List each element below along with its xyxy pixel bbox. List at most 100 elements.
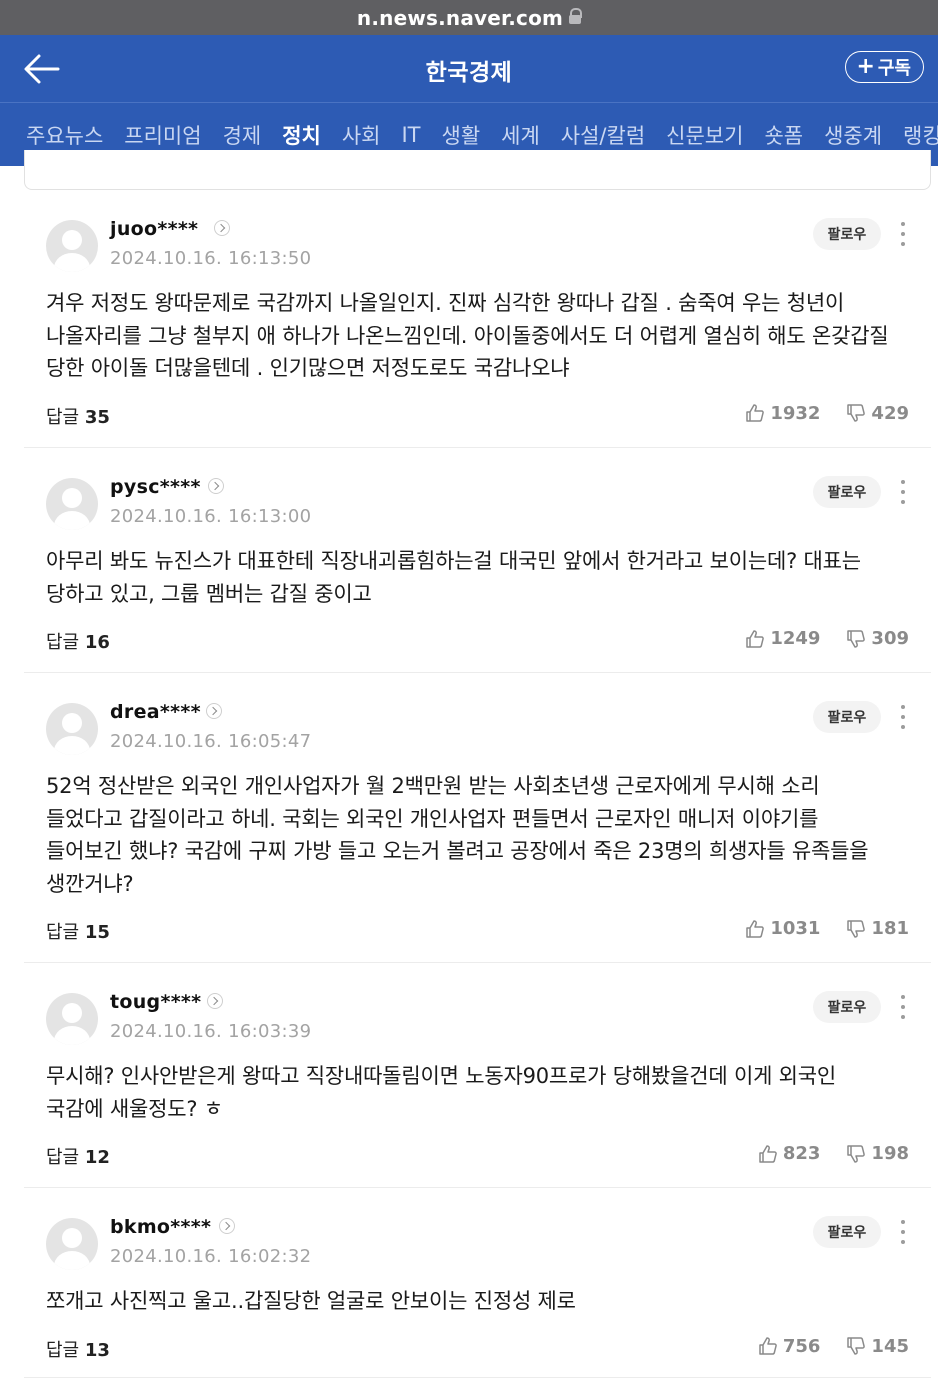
comment-username[interactable]: pysc****	[110, 476, 201, 498]
dislike-count: 181	[871, 918, 909, 939]
thumbs-down-icon	[847, 404, 866, 422]
like-count: 823	[782, 1143, 821, 1164]
more-options-icon[interactable]	[895, 1219, 911, 1245]
comment-item: juoo**** 2024.10.16. 16:13:50 팔로우 겨우 저정도…	[24, 190, 931, 448]
vote-group: 1249 309	[745, 628, 909, 649]
nav-tab[interactable]: 생활	[442, 120, 481, 150]
comment-text: 아무리 봐도 뉴진스가 대표한테 직장내괴롭힘하는걸 대국민 앞에서 한거라고 …	[46, 549, 861, 606]
more-options-icon[interactable]	[895, 221, 911, 247]
dislike-button[interactable]: 198	[846, 1143, 909, 1164]
comment-item: drea**** 2024.10.16. 16:05:47 팔로우 52억 정산…	[24, 673, 931, 963]
comment-username[interactable]: toug****	[110, 991, 201, 1013]
nav-tab[interactable]: 신문보기	[666, 120, 743, 150]
chevron-right-icon[interactable]	[214, 220, 230, 236]
dislike-count: 145	[871, 1335, 909, 1357]
nav-tab[interactable]: IT	[401, 123, 420, 147]
comment-timestamp: 2024.10.16. 16:13:50	[110, 248, 312, 269]
like-count: 1249	[770, 628, 821, 649]
more-options-icon[interactable]	[895, 479, 911, 505]
reply-count: 13	[84, 1339, 110, 1361]
chevron-right-icon[interactable]	[208, 478, 224, 494]
avatar[interactable]	[46, 703, 98, 755]
like-button[interactable]: 823	[758, 1143, 821, 1164]
comment-list: juoo**** 2024.10.16. 16:13:50 팔로우 겨우 저정도…	[24, 190, 931, 1378]
avatar[interactable]	[46, 1218, 98, 1270]
follow-button[interactable]: 팔로우	[813, 701, 881, 733]
partial-top-card	[24, 150, 931, 190]
chevron-right-icon[interactable]	[206, 703, 222, 719]
reply-count: 12	[84, 1147, 110, 1168]
comment-username[interactable]: drea****	[110, 701, 201, 723]
dislike-button[interactable]: 429	[846, 403, 909, 424]
reply-count: 16	[84, 632, 110, 653]
vote-group: 756 145	[758, 1336, 909, 1357]
reply-count: 35	[84, 406, 110, 428]
nav-tab[interactable]: 경제	[223, 120, 262, 150]
follow-button[interactable]: 팔로우	[813, 1216, 881, 1248]
nav-tab[interactable]: 생중계	[824, 120, 882, 150]
more-options-icon[interactable]	[895, 994, 911, 1020]
app-header: 한국경제 + 구독	[0, 35, 938, 102]
dislike-count: 429	[871, 402, 909, 424]
reply-label: 답글	[46, 406, 85, 428]
dislike-button[interactable]: 145	[846, 1336, 909, 1357]
reply-count: 15	[84, 922, 110, 943]
reply-button[interactable]: 답글 15	[46, 918, 110, 944]
lock-icon	[569, 7, 583, 24]
nav-tab[interactable]: 프리미엄	[124, 120, 201, 150]
follow-button[interactable]: 팔로우	[813, 476, 881, 508]
nav-tab[interactable]: 숏폼	[764, 120, 803, 150]
more-options-icon[interactable]	[895, 704, 911, 730]
avatar[interactable]	[46, 993, 98, 1045]
thumbs-down-icon	[847, 919, 866, 938]
avatar[interactable]	[46, 220, 98, 272]
like-button[interactable]: 1932	[745, 403, 820, 424]
thumbs-down-icon	[847, 1337, 866, 1355]
dislike-button[interactable]: 181	[846, 918, 909, 939]
press-title[interactable]: 한국경제	[0, 53, 938, 87]
reply-button[interactable]: 답글 16	[46, 628, 110, 654]
thumbs-up-icon	[759, 1337, 777, 1355]
reply-label: 답글	[46, 1339, 85, 1361]
like-button[interactable]: 756	[758, 1335, 821, 1357]
reply-button[interactable]: 답글 35	[46, 403, 110, 429]
follow-button[interactable]: 팔로우	[813, 218, 881, 250]
reply-label: 답글	[46, 632, 85, 653]
thumbs-up-icon	[746, 629, 765, 648]
nav-tab[interactable]: 사설/칼럼	[561, 120, 645, 150]
like-button[interactable]: 1249	[745, 628, 820, 649]
reply-label: 답글	[46, 922, 85, 943]
plus-icon: +	[856, 54, 875, 79]
thumbs-up-icon	[746, 919, 765, 938]
subscribe-button[interactable]: + 구독	[845, 51, 924, 83]
comment-username[interactable]: juoo****	[110, 218, 198, 240]
like-count: 756	[782, 1335, 821, 1357]
dislike-button[interactable]: 309	[846, 628, 909, 649]
nav-tab[interactable]: 사회	[342, 120, 381, 150]
dislike-count: 198	[871, 1143, 909, 1164]
follow-button[interactable]: 팔로우	[813, 991, 881, 1023]
thumbs-down-icon	[847, 1144, 866, 1163]
vote-group: 823 198	[758, 1143, 909, 1164]
nav-tab[interactable]: 정치	[282, 120, 321, 150]
comment-timestamp: 2024.10.16. 16:05:47	[110, 731, 312, 752]
comment-username[interactable]: bkmo****	[110, 1216, 211, 1238]
comment-item: bkmo**** 2024.10.16. 16:02:32 팔로우 쪼개고 사진…	[24, 1188, 931, 1378]
avatar[interactable]	[46, 478, 98, 530]
url-text: n.news.naver.com	[356, 5, 564, 30]
like-button[interactable]: 1031	[745, 918, 820, 939]
comment-timestamp: 2024.10.16. 16:03:39	[110, 1021, 312, 1042]
nav-tab[interactable]: 주요뉴스	[26, 120, 103, 150]
comment-text: 쪼개고 사진찍고 울고..갑질당한 얼굴로 안보이는 진정성 제로	[46, 1289, 576, 1313]
comment-item: pysc**** 2024.10.16. 16:13:00 팔로우 아무리 봐도…	[24, 448, 931, 673]
thumbs-down-icon	[847, 629, 866, 648]
comment-text: 52억 정산받은 외국인 개인사업자가 월 2백만원 받는 사회초년생 근로자에…	[46, 774, 869, 896]
reply-button[interactable]: 답글 13	[46, 1336, 110, 1362]
comment-timestamp: 2024.10.16. 16:02:32	[110, 1246, 312, 1267]
chevron-right-icon[interactable]	[219, 1218, 235, 1234]
browser-url-bar[interactable]: n.news.naver.com	[0, 0, 938, 35]
chevron-right-icon[interactable]	[207, 993, 223, 1009]
nav-tab[interactable]: 랭킹	[903, 120, 938, 150]
reply-button[interactable]: 답글 12	[46, 1143, 110, 1169]
nav-tab[interactable]: 세계	[501, 120, 540, 150]
